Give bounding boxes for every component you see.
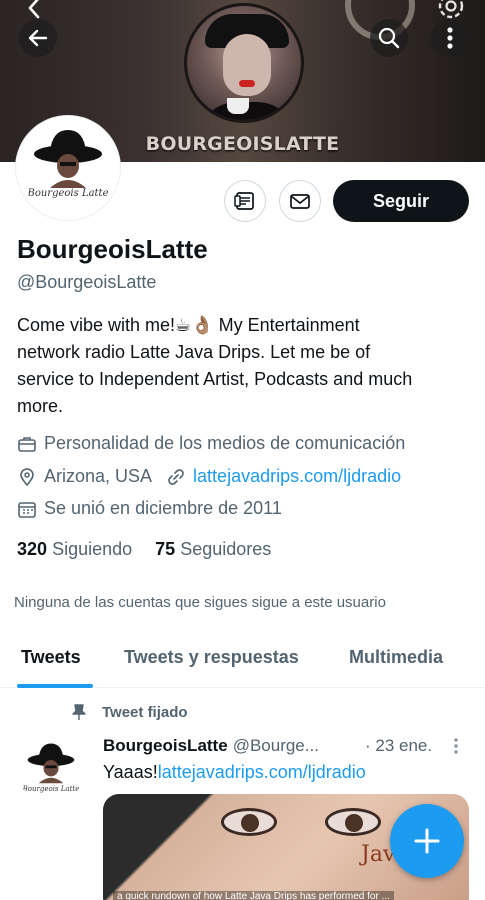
pinned-tweet-label: Tweet fijado (70, 703, 188, 721)
bio-line: network radio Latte Java Drips. Let me b… (17, 342, 371, 362)
tweet-author-avatar[interactable]: Bourgeois Latte (18, 738, 84, 804)
pin-icon (72, 704, 86, 720)
profile-category-row: Personalidad de los medios de comunicaci… (17, 433, 405, 454)
message-button[interactable] (279, 180, 321, 222)
cowboy-hat-logo-icon (34, 130, 102, 188)
arrow-left-icon (28, 29, 48, 47)
follow-button[interactable]: Seguir (333, 180, 469, 222)
bio-line: service to Independent Artist, Podcasts … (17, 369, 413, 389)
newsletter-button[interactable] (224, 180, 266, 222)
profile-joined-row: Se unió en diciembre de 2011 (17, 498, 282, 519)
compose-tweet-button[interactable] (390, 804, 464, 878)
tweet-date[interactable]: · 23 ene. (365, 736, 432, 756)
tweet-author-name[interactable]: BourgeoisLatte (103, 736, 228, 756)
location-pin-icon (20, 467, 34, 486)
avatar-signature: Bourgeois Latte (27, 188, 109, 199)
banner-photo (184, 3, 304, 123)
search-button[interactable] (370, 19, 408, 57)
tab-media[interactable]: Multimedia (349, 647, 443, 668)
profile-location: Arizona, USA (44, 466, 153, 486)
profile-handle: @BourgeoisLatte (17, 272, 157, 292)
profile-tabs: Tweets Tweets y respuestas Multimedia (0, 636, 485, 688)
followers-link[interactable]: 75 Seguidores (155, 539, 271, 559)
profile-stats: 320 Siguiendo 75 Seguidores (17, 539, 271, 560)
profile-category: Personalidad de los medios de comunicaci… (44, 433, 406, 453)
profile-name: BourgeoisLatte (17, 234, 208, 264)
tweet-text: Yaaas!lattejavadrips.com/ljdradio (103, 762, 366, 783)
profile-location-row: Arizona, USA lattejavadrips.com/ljdradio (17, 466, 401, 487)
briefcase-icon (18, 436, 36, 452)
followers-you-know-notice: Ninguna de las cuentas que sigues sigue … (14, 594, 386, 611)
plus-icon (414, 828, 440, 854)
back-button[interactable] (19, 19, 57, 57)
profile-bio: Come vibe with me!☕👌🏽 My Entertainment n… (17, 312, 472, 420)
search-icon (378, 27, 400, 49)
following-link[interactable]: 320 Siguiendo (17, 539, 132, 559)
calendar-icon (18, 501, 36, 518)
bio-line: more. (17, 396, 64, 416)
mail-icon (290, 194, 310, 209)
media-caption: a quick rundown of how Latte Java Drips … (113, 891, 394, 900)
newsletter-icon (234, 192, 254, 210)
tweet-header: BourgeoisLatte @Bourge... (103, 736, 319, 756)
tweet-more-icon[interactable] (452, 737, 460, 757)
active-tab-indicator (17, 684, 93, 688)
cowboy-hat-logo-icon (27, 743, 75, 784)
profile-website-link[interactable]: lattejavadrips.com/ljdradio (193, 466, 401, 487)
following-label: Siguiendo (52, 539, 133, 559)
pinned-label-text: Tweet fijado (102, 703, 188, 721)
tweet-link[interactable]: lattejavadrips.com/ljdradio (158, 762, 366, 782)
following-count: 320 (17, 539, 48, 559)
bio-line: Come vibe with me!☕👌🏽 My Entertainment (17, 315, 360, 335)
media-eye-left (221, 808, 277, 836)
profile-avatar[interactable]: Bourgeois Latte (16, 116, 120, 220)
tweet-text-body: Yaaas! (103, 762, 158, 782)
profile-joined-date: Se unió en diciembre de 2011 (44, 498, 282, 518)
tweet-avatar-signature: Bourgeois Latte (22, 785, 80, 793)
tab-tweets[interactable]: Tweets (21, 647, 81, 668)
tab-tweets-and-replies[interactable]: Tweets y respuestas (124, 647, 299, 668)
media-eye-right (325, 808, 381, 836)
more-vertical-icon (447, 27, 453, 49)
followers-count: 75 (155, 539, 176, 559)
link-icon (168, 468, 184, 485)
tweet-author-handle[interactable]: @Bourge... (233, 736, 319, 756)
followers-label: Seguidores (180, 539, 272, 559)
more-options-button[interactable] (431, 19, 469, 57)
